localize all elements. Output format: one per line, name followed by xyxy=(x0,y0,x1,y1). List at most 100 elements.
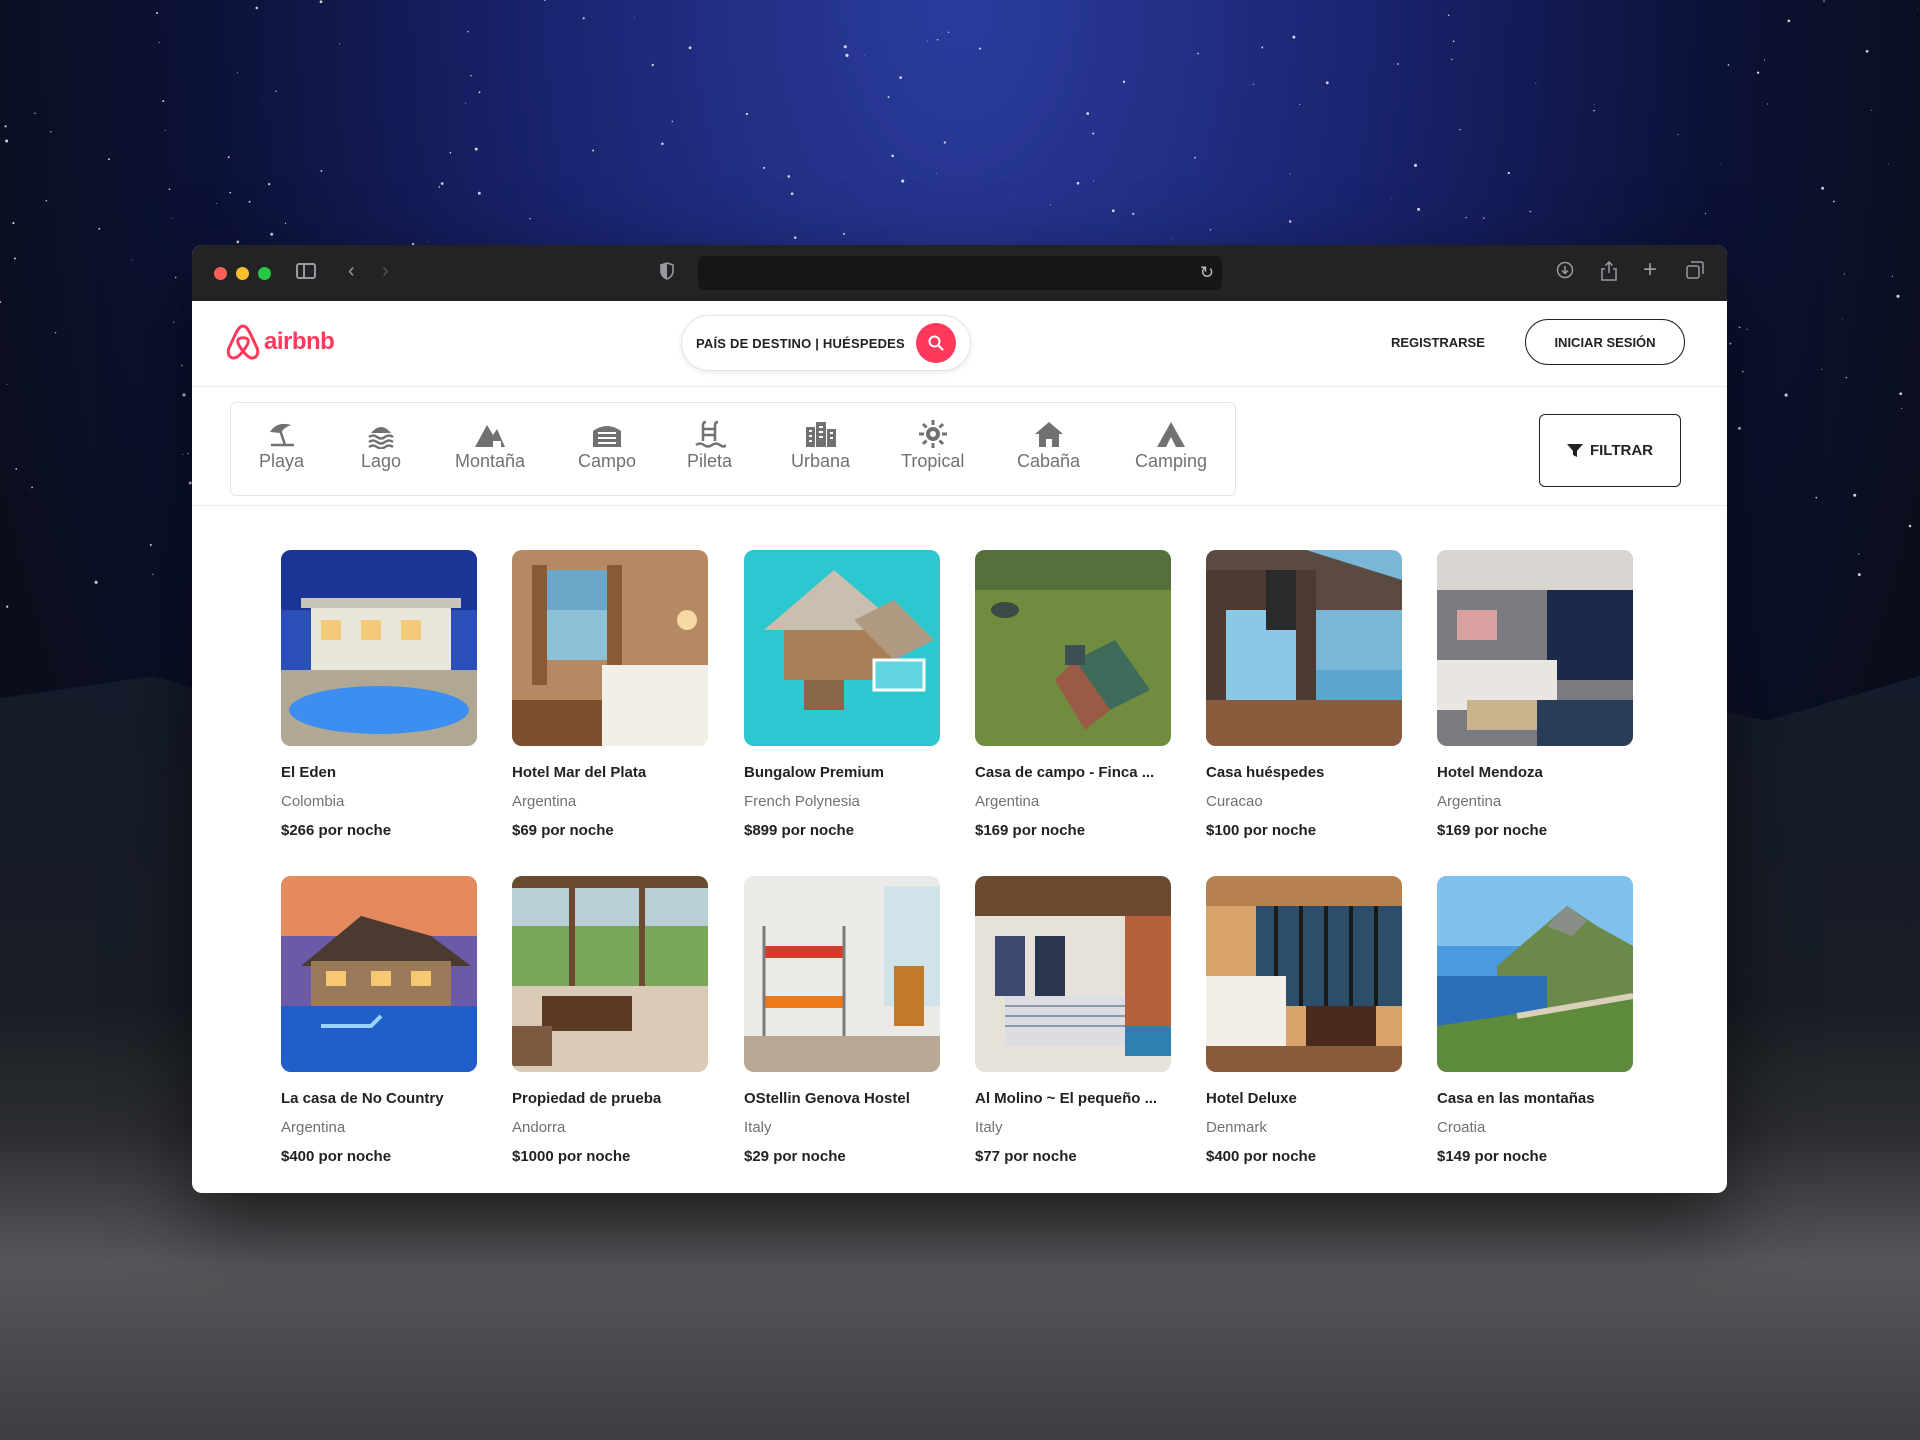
listing-card[interactable]: La casa de No Country Argentina $400 por… xyxy=(281,876,477,1165)
category-lago[interactable]: Lago xyxy=(361,419,401,472)
category-bar: Playa Lago Montaña Campo Pileta Urbana T… xyxy=(192,387,1727,506)
listing-title: Casa en las montañas xyxy=(1437,1090,1595,1107)
beach-umbrella-icon xyxy=(269,423,294,447)
back-icon[interactable]: ‹ xyxy=(348,261,355,281)
sun-icon xyxy=(918,420,947,448)
browser-toolbar: ‹ › ↻ + xyxy=(192,245,1727,301)
category-pileta[interactable]: Pileta xyxy=(687,419,732,472)
listing-card[interactable]: Hotel Mar del Plata Argentina $69 por no… xyxy=(512,550,708,839)
logo-wordmark: airbnb xyxy=(264,328,335,355)
category-label: Pileta xyxy=(687,451,733,471)
listing-country: Denmark xyxy=(1206,1119,1267,1136)
listing-photo[interactable] xyxy=(744,876,940,1072)
listing-photo[interactable] xyxy=(1206,550,1402,746)
listing-price: $1000 por noche xyxy=(512,1148,631,1165)
listing-country: Argentina xyxy=(975,793,1040,810)
listing-card[interactable]: Hotel Deluxe Denmark $400 por noche xyxy=(1206,876,1402,1165)
listing-price: $400 por noche xyxy=(1206,1148,1317,1165)
search-button[interactable] xyxy=(916,323,956,363)
privacy-shield-icon[interactable] xyxy=(660,262,674,280)
category-camping[interactable]: Camping xyxy=(1135,419,1207,472)
pool-icon xyxy=(694,420,726,448)
listing-title: Al Molino ~ El pequeño ... xyxy=(975,1090,1158,1107)
barn-icon xyxy=(593,426,622,447)
listing-title: OStellin Genova Hostel xyxy=(744,1090,910,1107)
listing-price: $266 por noche xyxy=(281,822,392,839)
category-cabana[interactable]: Cabaña xyxy=(1017,419,1080,472)
download-icon[interactable] xyxy=(1556,261,1574,279)
filter-label: FILTRAR xyxy=(1589,442,1654,459)
category-label: Campo xyxy=(578,451,637,471)
listing-price: $29 por noche xyxy=(744,1148,846,1165)
listing-price: $400 por noche xyxy=(281,1148,392,1165)
listing-card[interactable]: Hotel Mendoza Argentina $169 por noche xyxy=(1437,550,1633,839)
listing-title: Propiedad de prueba xyxy=(512,1090,662,1107)
airbnb-logo-icon xyxy=(226,324,260,360)
listing-card[interactable]: OStellin Genova Hostel Italy $29 por noc… xyxy=(744,876,940,1165)
listing-photo[interactable] xyxy=(1437,876,1633,1072)
listing-country: Argentina xyxy=(512,793,577,810)
listing-photo[interactable] xyxy=(1206,876,1402,1072)
listing-photo[interactable] xyxy=(975,876,1171,1072)
listing-photo[interactable] xyxy=(512,550,708,746)
listing-country: Italy xyxy=(975,1119,1003,1136)
city-icon xyxy=(805,422,836,447)
tab-overview-icon[interactable] xyxy=(1686,261,1704,279)
new-tab-icon[interactable]: + xyxy=(1643,258,1657,282)
listing-country: Colombia xyxy=(281,793,345,810)
category-label: Urbana xyxy=(791,451,851,471)
search-bar[interactable]: PAÍS DE DESTINO | HUÉSPEDES xyxy=(681,315,971,371)
listing-price: $77 por noche xyxy=(975,1148,1077,1165)
listing-title: El Eden xyxy=(281,764,337,781)
listing-price: $169 por noche xyxy=(1437,822,1548,839)
search-icon xyxy=(928,335,944,351)
listing-card[interactable]: Casa de campo - Finca ... Argentina $169… xyxy=(975,550,1171,839)
listing-photo[interactable] xyxy=(744,550,940,746)
listing-card[interactable]: Propiedad de prueba Andorra $1000 por no… xyxy=(512,876,708,1165)
filter-button[interactable]: FILTRAR xyxy=(1539,414,1681,487)
share-icon[interactable] xyxy=(1600,261,1618,281)
category-tropical[interactable]: Tropical xyxy=(901,419,964,472)
listing-country: Andorra xyxy=(512,1119,566,1136)
listing-card[interactable]: Casa huéspedes Curacao $100 por noche xyxy=(1206,550,1402,839)
site-header: airbnb PAÍS DE DESTINO | HUÉSPEDES REGIS… xyxy=(192,301,1727,387)
listing-photo[interactable] xyxy=(281,550,477,746)
sidebar-toggle-icon[interactable] xyxy=(296,263,316,279)
category-urbana[interactable]: Urbana xyxy=(791,419,850,472)
listing-title: Hotel Mar del Plata xyxy=(512,764,647,781)
listing-card[interactable]: Bungalow Premium French Polynesia $899 p… xyxy=(744,550,940,839)
category-campo[interactable]: Campo xyxy=(578,419,636,472)
listing-photo[interactable] xyxy=(975,550,1171,746)
listing-card[interactable]: El Eden Colombia $266 por noche xyxy=(281,550,477,839)
login-button[interactable]: INICIAR SESIÓN xyxy=(1525,319,1685,365)
listing-price: $149 por noche xyxy=(1437,1148,1548,1165)
minimize-window-button[interactable] xyxy=(236,266,249,280)
maximize-window-button[interactable] xyxy=(258,266,271,280)
forward-icon[interactable]: › xyxy=(382,261,389,281)
category-playa[interactable]: Playa xyxy=(259,419,304,472)
listing-photo[interactable] xyxy=(1437,550,1633,746)
listing-title: Hotel Mendoza xyxy=(1437,764,1543,781)
listing-title: Casa de campo - Finca ... xyxy=(975,764,1155,781)
house-icon xyxy=(1034,422,1063,447)
airbnb-logo[interactable]: airbnb xyxy=(226,323,335,361)
category-list: Playa Lago Montaña Campo Pileta Urbana T… xyxy=(230,402,1236,496)
reload-icon[interactable]: ↻ xyxy=(1200,263,1214,283)
category-montana[interactable]: Montaña xyxy=(455,419,525,472)
listing-card[interactable]: Casa en las montañas Croatia $149 por no… xyxy=(1437,876,1633,1165)
register-link[interactable]: REGISTRARSE xyxy=(1391,335,1485,350)
listing-country: Croatia xyxy=(1437,1119,1486,1136)
listing-title: Bungalow Premium xyxy=(744,764,885,781)
listing-country: Argentina xyxy=(281,1119,346,1136)
window-controls xyxy=(214,266,271,280)
listing-country: Curacao xyxy=(1206,793,1263,810)
listing-photo[interactable] xyxy=(281,876,477,1072)
water-waves-icon xyxy=(368,427,394,449)
close-window-button[interactable] xyxy=(214,266,227,280)
address-bar[interactable]: ↻ xyxy=(698,256,1222,290)
listing-country: French Polynesia xyxy=(744,793,860,810)
listing-photo[interactable] xyxy=(512,876,708,1072)
category-label: Montaña xyxy=(455,451,526,471)
category-label: Tropical xyxy=(901,451,965,471)
listing-card[interactable]: Al Molino ~ El pequeño ... Italy $77 por… xyxy=(975,876,1171,1165)
